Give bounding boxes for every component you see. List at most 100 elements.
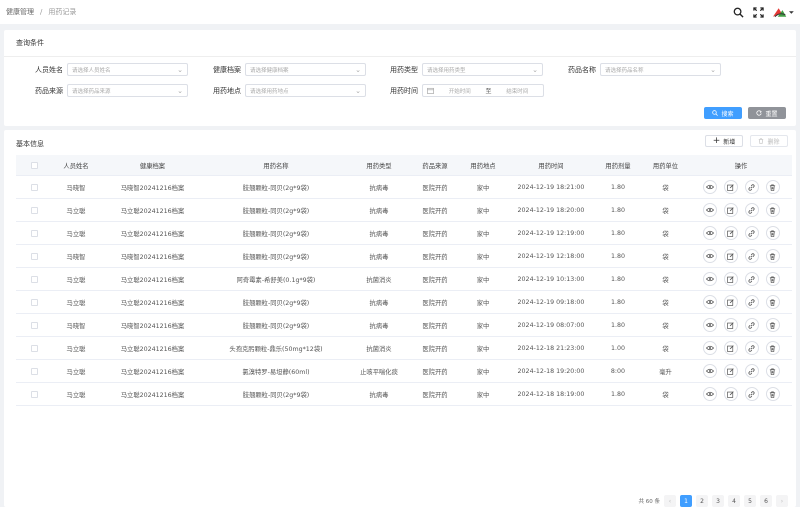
search-button[interactable]: 搜索 — [704, 107, 742, 119]
table-header: 人员姓名 健康档案 用药名称 用药类型 药品来源 用药地点 用药时间 用药剂量 … — [16, 155, 792, 176]
eye-icon[interactable] — [702, 295, 717, 309]
row-checkbox[interactable] — [30, 252, 38, 260]
edit-icon[interactable] — [723, 272, 738, 286]
trash-icon[interactable] — [765, 226, 780, 240]
eye-icon[interactable] — [702, 180, 717, 194]
trash-icon[interactable] — [765, 341, 780, 355]
person-name-select[interactable]: 请选择人员姓名 ⌄ — [67, 63, 188, 76]
edit-icon[interactable] — [723, 318, 738, 332]
link-icon[interactable] — [744, 226, 759, 240]
drug-time-range[interactable]: 开始时间 至 结束时间 — [422, 84, 544, 97]
search-icon[interactable] — [732, 6, 744, 18]
link-icon[interactable] — [744, 364, 759, 378]
trash-icon[interactable] — [765, 364, 780, 378]
cell-unit: 袋 — [662, 207, 669, 215]
cell-drug-type: 抗病毒 — [369, 322, 389, 330]
edit-icon[interactable] — [723, 203, 738, 217]
page-6-button[interactable]: 6 — [760, 495, 772, 507]
cell-drug-source: 医院开药 — [422, 299, 448, 307]
cell-drug-place: 家中 — [476, 184, 490, 192]
edit-icon[interactable] — [723, 387, 738, 401]
eye-icon[interactable] — [702, 341, 717, 355]
trash-icon[interactable] — [765, 180, 780, 194]
eye-icon[interactable] — [702, 387, 717, 401]
header-actions: 操作 — [734, 162, 748, 170]
table-row: 马立聪 马立聪20241216档案 头孢克肟颗粒-鼎乐(50mg*12袋) 抗菌消炎 医… — [16, 337, 792, 360]
row-checkbox[interactable] — [30, 206, 38, 214]
trash-icon[interactable] — [765, 295, 780, 309]
eye-icon[interactable] — [702, 203, 717, 217]
link-icon[interactable] — [744, 387, 759, 401]
trash-icon[interactable] — [765, 387, 780, 401]
row-actions — [690, 364, 792, 378]
link-icon[interactable] — [744, 203, 759, 217]
health-record-select[interactable]: 请选择健康档案 ⌄ — [245, 63, 366, 76]
edit-icon[interactable] — [723, 226, 738, 240]
next-page-button[interactable]: › — [776, 495, 788, 507]
eye-icon[interactable] — [702, 249, 717, 263]
trash-icon[interactable] — [765, 249, 780, 263]
edit-icon[interactable] — [723, 364, 738, 378]
row-checkbox[interactable] — [30, 229, 38, 237]
row-checkbox[interactable] — [30, 321, 38, 329]
row-checkbox[interactable] — [30, 367, 38, 375]
drug-place-select[interactable]: 请选择用药地点 ⌄ — [245, 84, 366, 97]
query-title: 查询条件 — [4, 30, 796, 57]
edit-icon[interactable] — [723, 180, 738, 194]
header-drug-name: 用药名称 — [263, 162, 289, 170]
link-icon[interactable] — [744, 249, 759, 263]
edit-icon[interactable] — [723, 295, 738, 309]
trash-icon[interactable] — [765, 272, 780, 286]
cell-person-name: 马立聪 — [66, 391, 86, 399]
table-row: 马立聪 马立聪20241216档案 肢翘颗粒-同贝(2g*9袋) 抗病毒 医院开药 家中 2… — [16, 383, 792, 406]
cell-dose: 1.80 — [610, 229, 626, 237]
start-time-input[interactable]: 开始时间 — [438, 87, 482, 95]
row-checkbox[interactable] — [30, 344, 38, 352]
header-person-name: 人员姓名 — [63, 162, 89, 170]
delete-button[interactable]: 删除 — [750, 135, 788, 147]
row-checkbox[interactable] — [30, 183, 38, 191]
chevron-down-icon: ⌄ — [177, 65, 183, 74]
link-icon[interactable] — [744, 272, 759, 286]
breadcrumb-parent[interactable]: 健康管理 — [6, 7, 34, 17]
add-button[interactable]: + 新增 — [705, 135, 743, 147]
prev-page-button[interactable]: ‹ — [664, 495, 676, 507]
page-1-button[interactable]: 1 — [680, 495, 692, 507]
edit-icon[interactable] — [723, 249, 738, 263]
cell-person-name: 马立聪 — [66, 345, 86, 353]
link-icon[interactable] — [744, 180, 759, 194]
row-checkbox[interactable] — [30, 275, 38, 283]
drug-name-label: 药品名称 — [568, 65, 596, 74]
reset-button[interactable]: 重置 — [748, 107, 786, 119]
chevron-down-icon: ⌄ — [177, 86, 183, 95]
trash-icon[interactable] — [765, 318, 780, 332]
cell-drug-name: 肢翘颗粒-同贝(2g*9袋) — [242, 391, 310, 399]
cell-drug-type: 抗病毒 — [369, 184, 389, 192]
breadcrumb-current: 用药记录 — [48, 8, 77, 16]
drug-name-select[interactable]: 请选择药品名称 ⌄ — [600, 63, 721, 76]
page-5-button[interactable]: 5 — [744, 495, 756, 507]
eye-icon[interactable] — [702, 272, 717, 286]
row-checkbox[interactable] — [30, 298, 38, 306]
drug-type-select[interactable]: 请选择用药类型 ⌄ — [422, 63, 543, 76]
link-icon[interactable] — [744, 295, 759, 309]
eye-icon[interactable] — [702, 364, 717, 378]
end-time-input[interactable]: 结束时间 — [496, 87, 540, 95]
cell-unit: 袋 — [662, 276, 669, 284]
page-3-button[interactable]: 3 — [712, 495, 724, 507]
trash-icon[interactable] — [765, 203, 780, 217]
cell-drug-type: 抗病毒 — [369, 230, 389, 238]
drug-source-select[interactable]: 请选择药品来源 ⌄ — [67, 84, 188, 97]
link-icon[interactable] — [744, 318, 759, 332]
records-table: 人员姓名 健康档案 用药名称 用药类型 药品来源 用药地点 用药时间 用药剂量 … — [16, 155, 792, 406]
page-4-button[interactable]: 4 — [728, 495, 740, 507]
page-2-button[interactable]: 2 — [696, 495, 708, 507]
fullscreen-icon[interactable] — [752, 6, 764, 18]
eye-icon[interactable] — [702, 318, 717, 332]
select-all-checkbox[interactable] — [30, 161, 38, 169]
row-checkbox[interactable] — [30, 390, 38, 398]
app-logo[interactable] — [772, 5, 794, 19]
link-icon[interactable] — [744, 341, 759, 355]
eye-icon[interactable] — [702, 226, 717, 240]
edit-icon[interactable] — [723, 341, 738, 355]
